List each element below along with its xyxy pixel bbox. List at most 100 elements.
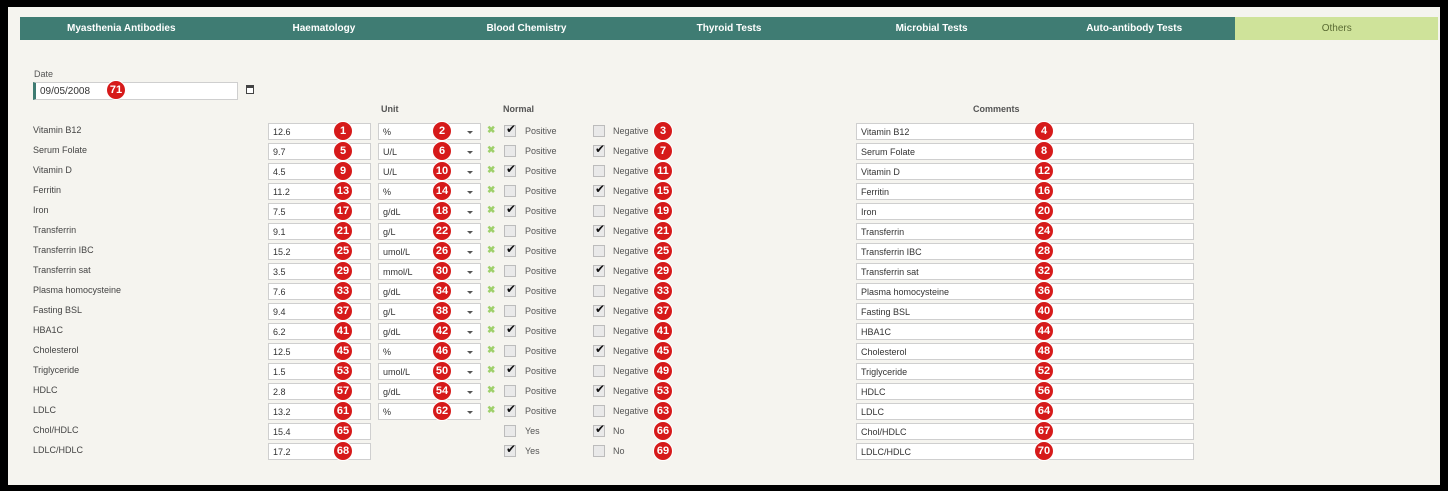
- positive-checkbox[interactable]: ✔: [504, 163, 516, 177]
- clear-x-icon[interactable]: ✖: [487, 146, 495, 156]
- positive-checkbox[interactable]: [504, 345, 516, 357]
- clear-x-icon[interactable]: ✖: [487, 206, 495, 216]
- unit-select[interactable]: g/L: [378, 223, 481, 240]
- unit-select[interactable]: umol/L: [378, 243, 481, 260]
- comment-input[interactable]: Fasting BSL: [856, 303, 1194, 320]
- clear-x-icon[interactable]: ✖: [487, 126, 495, 136]
- unit-select[interactable]: umol/L: [378, 363, 481, 380]
- comment-input[interactable]: Plasma homocysteine: [856, 283, 1194, 300]
- comment-input[interactable]: Vitamin B12: [856, 123, 1194, 140]
- positive-checkbox[interactable]: [504, 225, 516, 237]
- value-input[interactable]: 7.5: [268, 203, 371, 220]
- negative-checkbox[interactable]: ✔: [593, 143, 605, 157]
- negative-checkbox[interactable]: ✔: [593, 383, 605, 397]
- negative-checkbox[interactable]: [593, 405, 605, 417]
- negative-checkbox[interactable]: [593, 245, 605, 257]
- value-input[interactable]: 4.5: [268, 163, 371, 180]
- value-input[interactable]: 15.2: [268, 243, 371, 260]
- value-input[interactable]: 9.7: [268, 143, 371, 160]
- comment-input[interactable]: HDLC: [856, 383, 1194, 400]
- unit-select[interactable]: U/L: [378, 143, 481, 160]
- positive-checkbox[interactable]: [504, 425, 516, 437]
- clear-x-icon[interactable]: ✖: [487, 326, 495, 336]
- unit-select[interactable]: g/dL: [378, 283, 481, 300]
- value-input[interactable]: 11.2: [268, 183, 371, 200]
- clear-x-icon[interactable]: ✖: [487, 246, 495, 256]
- positive-checkbox[interactable]: ✔: [504, 243, 516, 257]
- value-input[interactable]: 6.2: [268, 323, 371, 340]
- clear-x-icon[interactable]: ✖: [487, 346, 495, 356]
- comment-input[interactable]: LDLC/HDLC: [856, 443, 1194, 460]
- negative-checkbox[interactable]: [593, 205, 605, 217]
- clear-x-icon[interactable]: ✖: [487, 306, 495, 316]
- tab-haematology[interactable]: Haematology: [222, 17, 426, 40]
- value-input[interactable]: 15.4: [268, 423, 371, 440]
- positive-checkbox[interactable]: ✔: [504, 403, 516, 417]
- clear-x-icon[interactable]: ✖: [487, 166, 495, 176]
- positive-checkbox[interactable]: ✔: [504, 123, 516, 137]
- unit-select[interactable]: %: [378, 123, 481, 140]
- comment-input[interactable]: Serum Folate: [856, 143, 1194, 160]
- comment-input[interactable]: Vitamin D: [856, 163, 1194, 180]
- negative-checkbox[interactable]: ✔: [593, 263, 605, 277]
- value-input[interactable]: 13.2: [268, 403, 371, 420]
- positive-checkbox[interactable]: [504, 305, 516, 317]
- comment-input[interactable]: HBA1C: [856, 323, 1194, 340]
- value-input[interactable]: 7.6: [268, 283, 371, 300]
- unit-select[interactable]: %: [378, 183, 481, 200]
- negative-checkbox[interactable]: ✔: [593, 423, 605, 437]
- positive-checkbox[interactable]: ✔: [504, 203, 516, 217]
- comment-input[interactable]: Transferrin sat: [856, 263, 1194, 280]
- negative-checkbox[interactable]: [593, 325, 605, 337]
- positive-checkbox[interactable]: ✔: [504, 283, 516, 297]
- comment-input[interactable]: Iron: [856, 203, 1194, 220]
- positive-checkbox[interactable]: [504, 385, 516, 397]
- clear-x-icon[interactable]: ✖: [487, 406, 495, 416]
- unit-select[interactable]: g/L: [378, 303, 481, 320]
- comment-input[interactable]: Triglyceride: [856, 363, 1194, 380]
- value-input[interactable]: 12.6: [268, 123, 371, 140]
- tab-thyroid-tests[interactable]: Thyroid Tests: [627, 17, 831, 40]
- tab-microbial-tests[interactable]: Microbial Tests: [830, 17, 1033, 40]
- value-input[interactable]: 12.5: [268, 343, 371, 360]
- negative-checkbox[interactable]: ✔: [593, 183, 605, 197]
- tab-blood-chemistry[interactable]: Blood Chemistry: [425, 17, 628, 40]
- unit-select[interactable]: g/dL: [378, 323, 481, 340]
- tab-auto-antibody-tests[interactable]: Auto-antibody Tests: [1032, 17, 1236, 40]
- tab-others[interactable]: Others: [1235, 17, 1439, 40]
- positive-checkbox[interactable]: ✔: [504, 323, 516, 337]
- date-input[interactable]: 09/05/2008: [33, 82, 238, 100]
- comment-input[interactable]: Transferrin IBC: [856, 243, 1194, 260]
- negative-checkbox[interactable]: ✔: [593, 303, 605, 317]
- value-input[interactable]: 17.2: [268, 443, 371, 460]
- positive-checkbox[interactable]: [504, 265, 516, 277]
- clear-x-icon[interactable]: ✖: [487, 386, 495, 396]
- unit-select[interactable]: g/dL: [378, 203, 481, 220]
- comment-input[interactable]: LDLC: [856, 403, 1194, 420]
- negative-checkbox[interactable]: [593, 165, 605, 177]
- unit-select[interactable]: U/L: [378, 163, 481, 180]
- clear-x-icon[interactable]: ✖: [487, 286, 495, 296]
- positive-checkbox[interactable]: [504, 185, 516, 197]
- positive-checkbox[interactable]: [504, 145, 516, 157]
- negative-checkbox[interactable]: [593, 285, 605, 297]
- tab-myasthenia-antibodies[interactable]: Myasthenia Antibodies: [20, 17, 223, 40]
- value-input[interactable]: 9.4: [268, 303, 371, 320]
- clear-x-icon[interactable]: ✖: [487, 266, 495, 276]
- value-input[interactable]: 2.8: [268, 383, 371, 400]
- comment-input[interactable]: Chol/HDLC: [856, 423, 1194, 440]
- positive-checkbox[interactable]: ✔: [504, 443, 516, 457]
- negative-checkbox[interactable]: ✔: [593, 223, 605, 237]
- clear-x-icon[interactable]: ✖: [487, 186, 495, 196]
- negative-checkbox[interactable]: [593, 365, 605, 377]
- clear-x-icon[interactable]: ✖: [487, 226, 495, 236]
- negative-checkbox[interactable]: ✔: [593, 343, 605, 357]
- positive-checkbox[interactable]: ✔: [504, 363, 516, 377]
- negative-checkbox[interactable]: [593, 125, 605, 137]
- comment-input[interactable]: Cholesterol: [856, 343, 1194, 360]
- value-input[interactable]: 3.5: [268, 263, 371, 280]
- comment-input[interactable]: Transferrin: [856, 223, 1194, 240]
- negative-checkbox[interactable]: [593, 445, 605, 457]
- unit-select[interactable]: %: [378, 343, 481, 360]
- unit-select[interactable]: g/dL: [378, 383, 481, 400]
